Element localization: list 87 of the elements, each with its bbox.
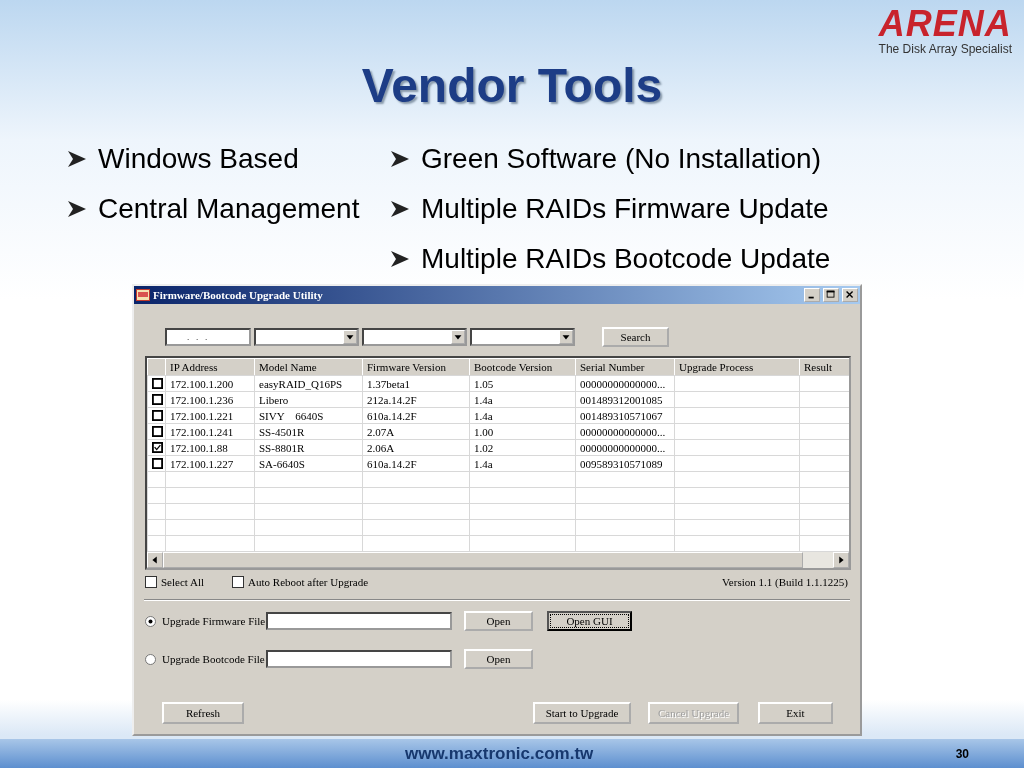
- logo-wordmark: ARENA: [878, 6, 1012, 42]
- radio-label: Upgrade Firmware File: [162, 615, 266, 627]
- dropdown-field[interactable]: [254, 328, 359, 346]
- minimize-icon[interactable]: [804, 288, 820, 302]
- maximize-icon[interactable]: [823, 288, 839, 302]
- table-cell: 001489310571067: [575, 407, 675, 424]
- table-cell: 172.100.1.88: [165, 439, 255, 456]
- table-cell: 172.100.1.236: [165, 391, 255, 408]
- table-cell: 1.00: [469, 423, 576, 440]
- table-cell: 172.100.1.200: [165, 375, 255, 392]
- scroll-right-icon[interactable]: [833, 552, 849, 568]
- table-cell: 1.02: [469, 439, 576, 456]
- table-cell: easyRAID_Q16PS: [254, 375, 363, 392]
- column-header[interactable]: Firmware Version: [362, 358, 470, 376]
- table-cell: 172.100.1.227: [165, 455, 255, 472]
- table-cell: SS-4501R: [254, 423, 363, 440]
- radio-button[interactable]: [145, 653, 156, 665]
- table-cell: 212a.14.2F: [362, 391, 470, 408]
- slide-title: Vendor Tools: [361, 58, 663, 114]
- row-checkbox[interactable]: [152, 410, 163, 421]
- table-cell: 610a.14.2F: [362, 407, 470, 424]
- table-cell: 1.4a: [469, 391, 576, 408]
- window-title: Firmware/Bootcode Upgrade Utility: [153, 289, 323, 301]
- table-cell: SS-8801R: [254, 439, 363, 456]
- checkbox-label: Auto Reboot after Upgrade: [248, 576, 369, 588]
- table-cell: 1.37beta1: [362, 375, 470, 392]
- bullet-text: Multiple RAIDs Firmware Update: [421, 193, 829, 225]
- open-button[interactable]: Open: [464, 649, 533, 669]
- bullet-arrow-icon: [66, 148, 88, 170]
- bullet-arrow-icon: [389, 248, 411, 270]
- search-button[interactable]: Search: [602, 327, 669, 347]
- table-cell: 2.06A: [362, 439, 470, 456]
- logo-tagline: The Disk Array Specialist: [878, 42, 1012, 56]
- table-cell: 172.100.1.221: [165, 407, 255, 424]
- table-cell: 1.4a: [469, 455, 576, 472]
- bullet-text: Multiple RAIDs Bootcode Update: [421, 243, 831, 275]
- column-header[interactable]: Upgrade Process: [674, 358, 800, 376]
- table-cell: 001489312001085: [575, 391, 675, 408]
- open-button[interactable]: Open: [464, 611, 533, 631]
- dropdown-field[interactable]: [362, 328, 467, 346]
- checkbox[interactable]: [145, 576, 157, 588]
- checkbox[interactable]: [232, 576, 245, 588]
- row-checkbox[interactable]: [152, 394, 163, 405]
- table-cell: 1.4a: [469, 407, 576, 424]
- dropdown-field[interactable]: [470, 328, 575, 346]
- table-cell: 009589310571089: [575, 455, 675, 472]
- column-header[interactable]: Serial Number: [575, 358, 675, 376]
- action-button[interactable]: Refresh: [162, 702, 244, 724]
- column-header[interactable]: Bootcode Version: [469, 358, 576, 376]
- column-header[interactable]: Model Name: [254, 358, 363, 376]
- row-checkbox[interactable]: [152, 442, 163, 453]
- action-button[interactable]: Exit: [758, 702, 833, 724]
- table-cell: SA-6640S: [254, 455, 363, 472]
- close-icon[interactable]: [842, 288, 858, 302]
- bullet-arrow-icon: [389, 198, 411, 220]
- version-text: Version 1.1 (Build 1.1.1225): [722, 576, 848, 588]
- bullet-text: Green Software (No Installation): [421, 143, 821, 175]
- radio-button[interactable]: [145, 615, 156, 627]
- row-checkbox[interactable]: [152, 426, 163, 437]
- app-icon: [136, 289, 150, 301]
- table-cell: Libero: [254, 391, 363, 408]
- table-cell: 2.07A: [362, 423, 470, 440]
- table-cell: 172.100.1.241: [165, 423, 255, 440]
- column-header[interactable]: Result: [799, 358, 849, 376]
- column-header[interactable]: IP Address: [165, 358, 255, 376]
- bullet-arrow-icon: [66, 198, 88, 220]
- table-cell: 00000000000000...: [575, 423, 675, 440]
- file-path-field[interactable]: [266, 650, 452, 668]
- row-checkbox[interactable]: [152, 458, 163, 469]
- bullet-text: Central Management: [98, 193, 360, 225]
- file-path-field[interactable]: [266, 612, 452, 630]
- bullet-arrow-icon: [389, 148, 411, 170]
- table-cell: SIVY 6640S: [254, 407, 363, 424]
- bullet-text: Windows Based: [98, 143, 299, 175]
- action-button[interactable]: Start to Upgrade: [533, 702, 631, 724]
- checkbox-label: Select All: [161, 576, 205, 588]
- table-cell: 00000000000000...: [575, 375, 675, 392]
- page-number: 30: [955, 746, 969, 761]
- open-button[interactable]: Open GUI: [547, 611, 632, 631]
- table-cell: 1.05: [469, 375, 576, 392]
- row-checkbox[interactable]: [152, 378, 163, 389]
- table-cell: 00000000000000...: [575, 439, 675, 456]
- footer-url: www.maxtronic.com.tw: [405, 743, 594, 764]
- radio-label: Upgrade Bootcode File: [162, 653, 266, 665]
- table-cell: 610a.14.2F: [362, 455, 470, 472]
- scroll-left-icon[interactable]: [147, 552, 163, 568]
- ip-address-field[interactable]: . . .: [165, 328, 251, 346]
